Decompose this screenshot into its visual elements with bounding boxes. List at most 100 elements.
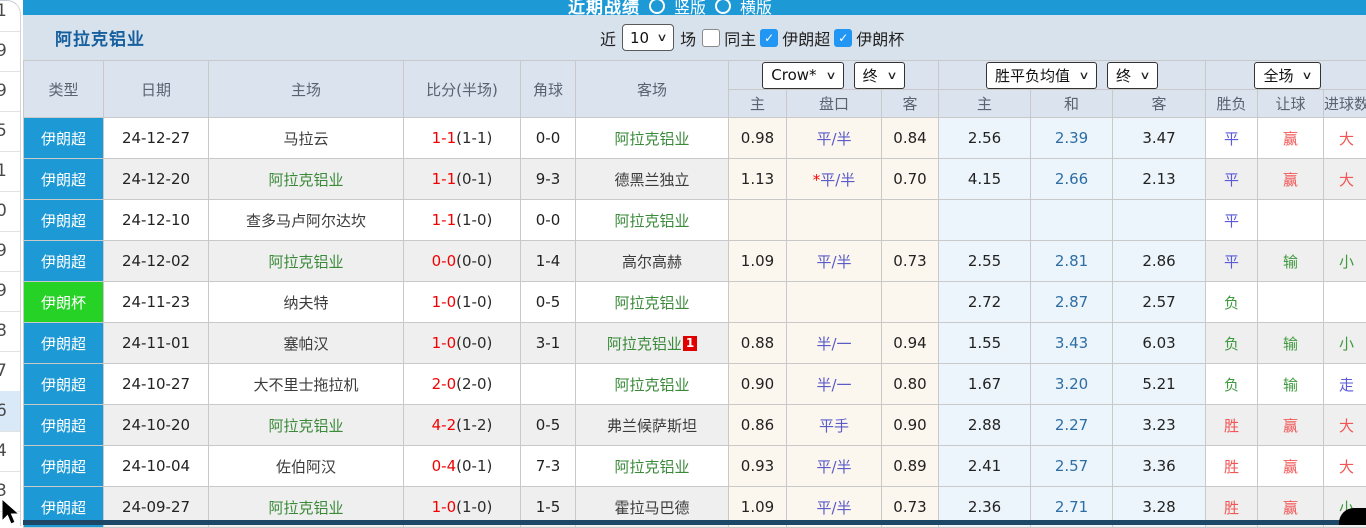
cell-away-team: 阿拉克铝业: [576, 446, 729, 487]
filter-label[interactable]: 伊朗超: [782, 26, 830, 50]
cell-away-team: 阿拉克铝业1: [576, 323, 729, 364]
radio-horizontal-label[interactable]: 横版: [740, 0, 772, 15]
cell-league-type: 伊朗超: [24, 364, 104, 405]
cell-corner: 3-1: [521, 323, 576, 364]
filter-checkbox[interactable]: [702, 29, 720, 47]
col-header-home: 主场: [209, 61, 404, 118]
red-card-badge: 1: [683, 336, 697, 351]
cell-avg-win: 2.56: [939, 118, 1031, 159]
cell-home-team: 阿拉克铝业: [209, 159, 404, 200]
sub-header-6: 胜负: [1206, 90, 1258, 118]
cell-avg-win: 2.72: [939, 282, 1031, 323]
adjacent-table-cell: 8: [0, 311, 20, 352]
cell-handicap-result: 输: [1258, 364, 1324, 405]
adjacent-table-cell: 9: [0, 271, 20, 312]
radio-horizontal-layout[interactable]: [715, 0, 731, 14]
cell-away-team: 弗兰候萨斯坦: [576, 405, 729, 446]
cell-score: 0-4(0-1): [404, 446, 521, 487]
cell-avg-lose: 2.13: [1113, 159, 1206, 200]
odds-group-header: Crow*∨ 终∨: [729, 61, 939, 90]
filter-checkbox[interactable]: ✓: [834, 29, 852, 47]
cell-avg-draw: 2.66: [1031, 159, 1113, 200]
filter-label[interactable]: 同主: [724, 26, 756, 50]
cell-home-odds: 0.88: [729, 323, 787, 364]
recent-unit-label: 场: [680, 26, 696, 50]
cell-goals-result: 大: [1324, 159, 1366, 200]
cell-score: 1-1(0-1): [404, 159, 521, 200]
cell-league-type: 伊朗超: [24, 323, 104, 364]
avg-time-select[interactable]: 终∨: [1107, 62, 1158, 89]
cell-handicap: [787, 282, 882, 323]
cell-league-type: 伊朗超: [24, 405, 104, 446]
cell-goals-result: [1324, 282, 1366, 323]
chevron-down-icon: ∨: [1302, 69, 1313, 82]
filter-label[interactable]: 伊朗杯: [856, 26, 904, 50]
cell-avg-win: 1.67: [939, 364, 1031, 405]
odds-source-select[interactable]: Crow*∨: [762, 62, 843, 89]
cell-home-odds: [729, 200, 787, 241]
cell-league-type: 伊朗超: [24, 446, 104, 487]
radio-vertical-layout[interactable]: [649, 0, 665, 14]
sub-header-1: 盘口: [787, 90, 882, 118]
cell-goals-result: 大: [1324, 446, 1366, 487]
cell-result: 负: [1206, 323, 1258, 364]
cell-goals-result: [1324, 200, 1366, 241]
cell-away-odds: 0.94: [882, 323, 939, 364]
recent-count-select[interactable]: 10∨: [622, 24, 674, 51]
cell-away-team: 阿拉克铝业: [576, 200, 729, 241]
avg-group-header: 胜平负均值∨ 终∨: [939, 61, 1206, 90]
cell-league-type: 伊朗超: [24, 241, 104, 282]
sub-header-3: 主: [939, 90, 1031, 118]
cell-score: 0-0(0-0): [404, 241, 521, 282]
cell-away-odds: 0.84: [882, 118, 939, 159]
cell-date: 24-11-01: [104, 323, 209, 364]
scope-select[interactable]: 全场∨: [1254, 62, 1320, 89]
cell-score: 1-0(1-0): [404, 282, 521, 323]
sub-header-4: 和: [1031, 90, 1113, 118]
cell-avg-draw: 2.87: [1031, 282, 1113, 323]
bottom-section-edge: [23, 520, 1366, 525]
cell-away-odds: [882, 200, 939, 241]
cell-home-team: 塞帕汉: [209, 323, 404, 364]
cell-home-team: 阿拉克铝业: [209, 241, 404, 282]
sub-header-5: 客: [1113, 90, 1206, 118]
cell-result: 负: [1206, 364, 1258, 405]
cell-date: 24-10-04: [104, 446, 209, 487]
adjacent-table-cell: 7: [0, 351, 20, 392]
cell-league-type: 伊朗超: [24, 159, 104, 200]
table-row: 伊朗超24-10-04佐伯阿汉0-4(0-1)7-3阿拉克铝业0.93平/半0.…: [24, 446, 1366, 487]
col-header-score: 比分(半场): [404, 61, 521, 118]
cell-home-team: 佐伯阿汉: [209, 446, 404, 487]
cell-handicap-result: 输: [1258, 241, 1324, 282]
cell-home-odds: [729, 282, 787, 323]
table-row: 伊朗杯24-11-23纳夫特1-0(1-0)0-5阿拉克铝业2.722.872.…: [24, 282, 1366, 323]
section-title-bar: 近期战绩 竖版 横版: [23, 0, 1366, 15]
cell-result: 胜: [1206, 446, 1258, 487]
adjacent-table-cell: 1: [0, 151, 20, 192]
table-row: 伊朗超24-12-02阿拉克铝业0-0(0-0)1-4高尔高赫1.09平/半0.…: [24, 241, 1366, 282]
cell-result: 平: [1206, 241, 1258, 282]
filter-controls: 近 10∨ 场 同主✓伊朗超✓伊朗杯: [600, 15, 904, 60]
cell-result: 负: [1206, 282, 1258, 323]
avg-type-select[interactable]: 胜平负均值∨: [986, 62, 1097, 89]
cell-handicap-result: 赢: [1258, 118, 1324, 159]
cell-handicap: 半/一: [787, 364, 882, 405]
odds-time-select[interactable]: 终∨: [854, 62, 905, 89]
cell-handicap: 平手: [787, 405, 882, 446]
filter-checkboxes: 同主✓伊朗超✓伊朗杯: [702, 26, 904, 50]
cell-score: 4-2(1-2): [404, 405, 521, 446]
cell-away-odds: 0.89: [882, 446, 939, 487]
cell-avg-draw: 2.57: [1031, 446, 1113, 487]
cell-score: 1-0(0-0): [404, 323, 521, 364]
filter-checkbox[interactable]: ✓: [760, 29, 778, 47]
cell-home-team: 纳夫特: [209, 282, 404, 323]
cell-avg-draw: 3.20: [1031, 364, 1113, 405]
chevron-down-icon: ∨: [1078, 69, 1089, 82]
chevron-down-icon: ∨: [825, 69, 836, 82]
cell-corner: 0-5: [521, 282, 576, 323]
cell-corner: 1-4: [521, 241, 576, 282]
adjacent-table-cell: 9: [0, 231, 20, 272]
cell-away-team: 阿拉克铝业: [576, 118, 729, 159]
radio-vertical-label[interactable]: 竖版: [674, 0, 706, 15]
cell-score: 2-0(2-0): [404, 364, 521, 405]
